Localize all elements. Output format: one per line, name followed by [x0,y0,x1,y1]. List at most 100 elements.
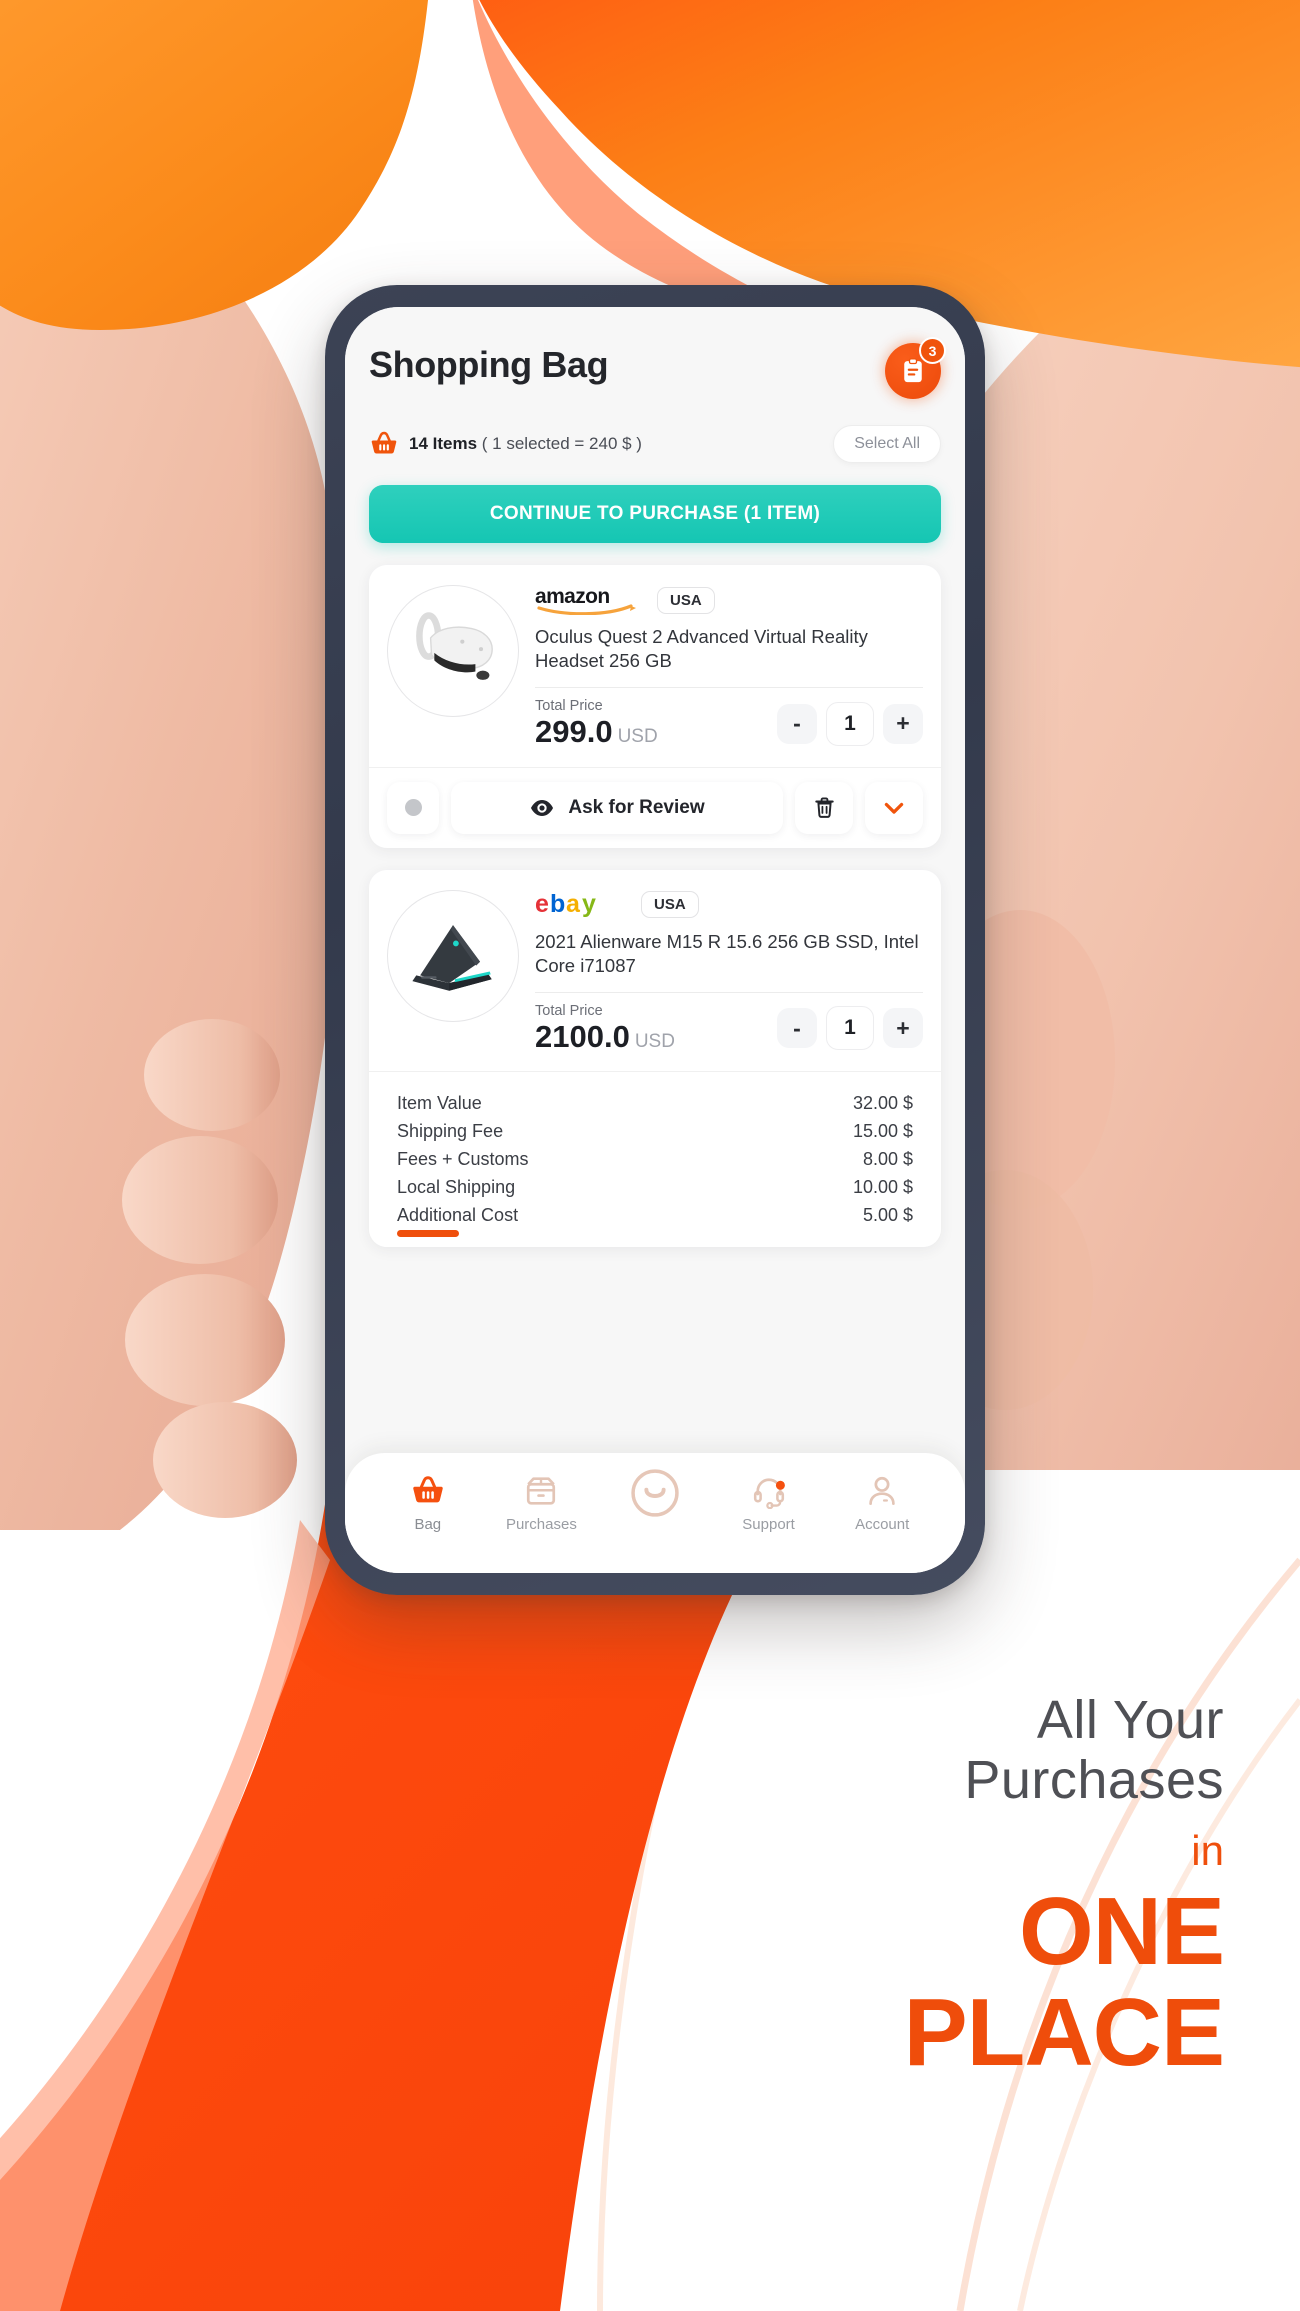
expand-item-button[interactable] [865,781,923,834]
quantity-stepper[interactable]: - 1 + [777,1006,923,1053]
headline-line-1: All Your [1036,1690,1224,1750]
cost-label: Shipping Fee [397,1121,504,1142]
basket-icon [413,1476,443,1503]
box-icon [527,1477,556,1505]
quantity-decrement-button[interactable]: - [777,703,817,744]
laptop-image [412,924,492,991]
headline-big-1: ONE [1018,1877,1225,1985]
phone-mockup: Shopping Bag 3 14 Items (1 selected = 2… [325,285,985,1595]
product-store-row: e b a y USA [535,890,923,920]
cost-label: Additional Cost [397,1204,519,1225]
price-amount: 299.0 [535,714,613,750]
product-country-chip: USA [657,586,715,614]
quantity-decrement-button[interactable]: - [777,1008,817,1049]
headset-icon [753,1478,785,1509]
price-amount: 2100.0 [535,1018,630,1054]
svg-text:b: b [550,890,565,918]
product-thumbnail[interactable] [387,889,519,1022]
svg-text:amazon: amazon [535,585,610,608]
chevron-down-icon [884,802,904,814]
nav-item-support[interactable]: Support [727,1473,811,1533]
page-title: Shopping Bag [369,344,609,385]
product-price-block: Total Price 299.0 USD [535,698,658,749]
continue-to-purchase-button[interactable]: CONTINUE TO PURCHASE (1 ITEM) [369,485,941,543]
svg-text:e: e [535,890,549,918]
trash-icon [814,797,834,819]
support-notification-dot [775,1480,785,1490]
cost-row: Shipping Fee 15.00 $ [397,1118,913,1146]
cost-label: Fees + Customs [397,1149,529,1170]
quantity-increment-button[interactable]: + [883,1008,923,1049]
cost-value: 8.00 $ [862,1149,913,1170]
product-store-row: amazon USA [535,585,923,615]
cost-total-bar [397,1229,459,1237]
quantity-increment-button[interactable]: + [883,703,923,744]
delete-item-button[interactable] [795,781,853,834]
nav-label-purchases: Purchases [505,1516,577,1533]
app-header: Shopping Bag 3 [369,333,946,399]
headline-in: in [1191,1826,1224,1874]
svg-text:y: y [582,890,596,918]
cost-value: 15.00 $ [852,1121,913,1142]
card-divider [535,991,923,993]
product-price-block: Total Price 2100.0 USD [535,1003,675,1054]
product-card[interactable]: amazon USA Oculus Quest 2 Advanced Virtu… [369,565,941,848]
product-card-main: e b a y USA 2021 Alienware M15 R 15.6 25… [369,870,941,1072]
ask-for-review-label: Ask for Review [568,796,705,818]
product-country-chip: USA [641,891,699,919]
amazon-logo: amazon [535,585,636,615]
nav-item-purchases[interactable]: Purchases [499,1473,583,1533]
eye-icon [531,799,554,816]
items-summary-row: 14 Items ( 1 selected = 240 $ ) Select A… [369,425,941,463]
ebay-logo: e b a y [535,890,596,918]
product-price-row: Total Price 2100.0 USD - 1 + [535,1003,923,1054]
product-card[interactable]: e b a y USA 2021 Alienware M15 R 15.6 25… [369,869,941,1247]
items-count: 14 Items [409,434,478,453]
cost-value: 10.00 $ [852,1176,913,1197]
cost-row: Local Shipping 10.00 $ [397,1174,913,1202]
price-currency: USD [617,726,658,748]
cost-value: 5.00 $ [862,1204,913,1225]
product-title: 2021 Alienware M15 R 15.6 256 GB SSD, In… [535,930,919,976]
items-detail: ( 1 selected = 240 $ ) [481,434,642,453]
nav-label-support: Support [742,1516,795,1533]
price-value: 299.0 USD [535,714,658,750]
product-card-main: amazon USA Oculus Quest 2 Advanced Virtu… [369,565,941,767]
ask-for-review-button[interactable]: Ask for Review [451,781,783,834]
cost-breakdown: Item Value 32.00 $ Shipping Fee 15.00 $ … [369,1071,941,1247]
product-actions-row: Ask for Review [369,766,941,848]
cost-row: Item Value 32.00 $ [397,1090,913,1118]
cost-row-total-partial [397,1229,913,1237]
app-scroll-area[interactable]: Shopping Bag 3 14 Items (1 selected = 2… [345,307,965,1573]
bottom-navigation: Bag Purchases Support Account [345,1453,965,1573]
cost-value: 32.00 $ [852,1093,913,1114]
product-title: Oculus Quest 2 Advanced Virtual Reality … [535,626,868,672]
nav-item-account[interactable]: Account [840,1473,924,1533]
quantity-stepper[interactable]: - 1 + [777,701,923,749]
select-item-toggle[interactable] [387,781,439,834]
headline-big-2: PLACE [903,1978,1225,2086]
product-info: e b a y USA 2021 Alienware M15 R 15.6 25… [535,890,923,1054]
product-price-row: Total Price 299.0 USD - 1 + [535,698,923,749]
product-thumbnail[interactable] [387,585,519,717]
phone-screen: Shopping Bag 3 14 Items (1 selected = 2… [345,307,965,1573]
basket-icon [371,431,397,454]
nav-item-bag[interactable]: Bag [386,1473,470,1533]
cost-label: Local Shipping [397,1176,516,1197]
price-label: Total Price [535,698,603,715]
quantity-value[interactable]: 1 [826,1006,874,1051]
items-summary-text: 14 Items ( 1 selected = 240 $ ) [409,434,642,454]
select-all-button[interactable]: Select All [833,425,941,463]
selection-dot-icon [404,799,422,817]
nav-label-account: Account [855,1516,910,1533]
nav-item-assistant[interactable] [613,1465,697,1528]
notification-badge: 3 [919,337,946,364]
smiley-icon [631,1469,679,1517]
quantity-value[interactable]: 1 [826,701,874,746]
nav-label-bag: Bag [414,1516,442,1533]
product-info: amazon USA Oculus Quest 2 Advanced Virtu… [535,585,923,749]
price-currency: USD [634,1030,675,1052]
cost-label: Item Value [397,1093,482,1114]
notification-button-wrapper[interactable]: 3 [885,337,946,399]
svg-text:a: a [566,890,581,918]
